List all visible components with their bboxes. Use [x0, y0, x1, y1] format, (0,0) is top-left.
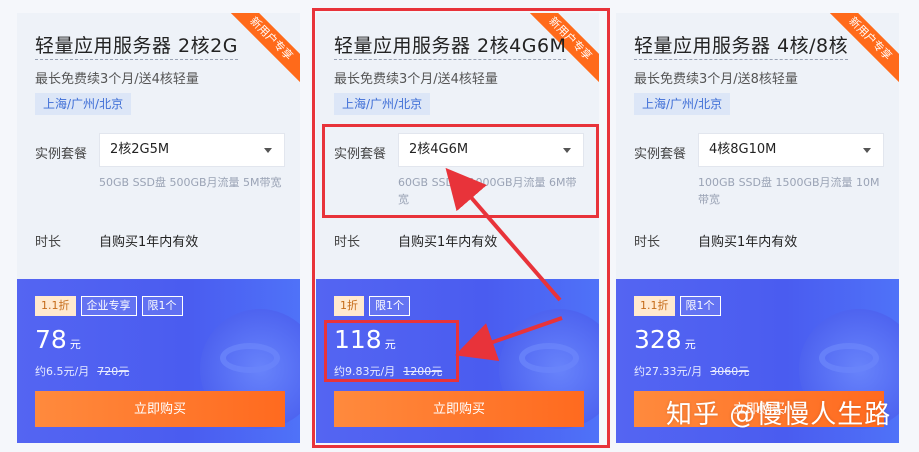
- price-unit: 元: [384, 338, 396, 351]
- duration-label: 时长: [35, 235, 62, 250]
- monthly-price: 约27.33元/月 3060元: [634, 363, 749, 379]
- original-price: 3060元: [710, 365, 750, 378]
- original-price: 1200元: [403, 365, 443, 378]
- spec-select-value: 2核2G5M: [110, 142, 170, 157]
- price-unit: 元: [69, 338, 81, 351]
- decor-ring: [519, 343, 579, 373]
- price: 118 元: [334, 325, 396, 354]
- limit-badge: 限1个: [141, 296, 183, 316]
- product-card-2c2g: 新用户专享 轻量应用服务器 2核2G 最长免费续3个月/送4核轻量 上海/广州/…: [17, 13, 300, 443]
- monthly-value: 约9.83元/月: [334, 365, 396, 378]
- product-card-4c8g: 新用户专享 轻量应用服务器 4核/8核 最长免费续3个月/送8核轻量 上海/广州…: [616, 13, 899, 443]
- spec-description: 100GB SSD盘 1500GB月流量 10M带宽: [698, 176, 880, 206]
- card-title: 轻量应用服务器 2核4G6M: [334, 35, 567, 60]
- price: 78 元: [35, 325, 81, 354]
- price-value: 328: [634, 325, 682, 354]
- badge-row: 1.1折 限1个: [634, 296, 721, 316]
- duration-value: 自购买1年内有效: [398, 235, 498, 250]
- original-price: 720元: [97, 365, 130, 378]
- spec-description: 60GB SSD盘 1000GB月流量 6M带宽: [398, 176, 577, 206]
- badge-row: 1折 限1个: [334, 296, 410, 316]
- buy-now-button[interactable]: 立即购买: [35, 391, 285, 427]
- region-tag: 上海/广州/北京: [634, 93, 731, 115]
- card-title: 轻量应用服务器 2核2G: [35, 35, 238, 60]
- chevron-down-icon: [863, 148, 871, 153]
- card-subtitle: 最长免费续3个月/送8核轻量: [634, 72, 798, 87]
- chevron-down-icon: [264, 148, 272, 153]
- duration-label: 时长: [334, 235, 361, 250]
- spec-label: 实例套餐: [334, 147, 387, 162]
- spec-select[interactable]: 2核2G5M: [99, 133, 285, 167]
- price-value: 78: [35, 325, 67, 354]
- price: 328 元: [634, 325, 696, 354]
- limit-badge: 限1个: [369, 296, 410, 316]
- enterprise-badge: 企业专享: [80, 296, 137, 316]
- duration-value: 自购买1年内有效: [698, 235, 798, 250]
- decor-ring: [220, 343, 280, 373]
- spec-select[interactable]: 2核4G6M: [398, 133, 584, 167]
- card-subtitle: 最长免费续3个月/送4核轻量: [35, 72, 199, 87]
- spec-label: 实例套餐: [35, 147, 88, 162]
- monthly-price: 约9.83元/月 1200元: [334, 363, 442, 379]
- spec-description: 50GB SSD盘 500GB月流量 5M带宽: [99, 176, 282, 189]
- monthly-value: 约27.33元/月: [634, 365, 703, 378]
- product-card-2c4g6m: 新用户专享 轻量应用服务器 2核4G6M 最长免费续3个月/送4核轻量 上海/广…: [316, 13, 599, 443]
- spec-select-value: 4核8G10M: [709, 142, 777, 157]
- decor-ring: [819, 343, 879, 373]
- price-panel: 1折 限1个 118 元 约9.83元/月 1200元 立即购买: [316, 279, 599, 443]
- duration-label: 时长: [634, 235, 661, 250]
- price-unit: 元: [684, 338, 696, 351]
- spec-label: 实例套餐: [634, 147, 687, 162]
- discount-badge: 1折: [334, 296, 364, 316]
- limit-badge: 限1个: [679, 296, 721, 316]
- discount-badge: 1.1折: [35, 296, 76, 316]
- region-tag: 上海/广州/北京: [334, 93, 431, 115]
- buy-now-button[interactable]: 立即购买: [334, 391, 584, 427]
- card-subtitle: 最长免费续3个月/送4核轻量: [334, 72, 498, 87]
- monthly-price: 约6.5元/月 720元: [35, 363, 129, 379]
- discount-badge: 1.1折: [634, 296, 675, 316]
- spec-select[interactable]: 4核8G10M: [698, 133, 884, 167]
- watermark: 知乎 @慢慢人生路: [666, 400, 892, 430]
- monthly-value: 约6.5元/月: [35, 365, 90, 378]
- price-value: 118: [334, 325, 382, 354]
- price-panel: 1.1折 企业专享 限1个 78 元 约6.5元/月 720元 立即购买: [17, 279, 300, 443]
- card-title: 轻量应用服务器 4核/8核: [634, 35, 849, 60]
- chevron-down-icon: [563, 148, 571, 153]
- badge-row: 1.1折 企业专享 限1个: [35, 296, 183, 316]
- duration-value: 自购买1年内有效: [99, 235, 199, 250]
- spec-select-value: 2核4G6M: [409, 142, 469, 157]
- region-tag: 上海/广州/北京: [35, 93, 132, 115]
